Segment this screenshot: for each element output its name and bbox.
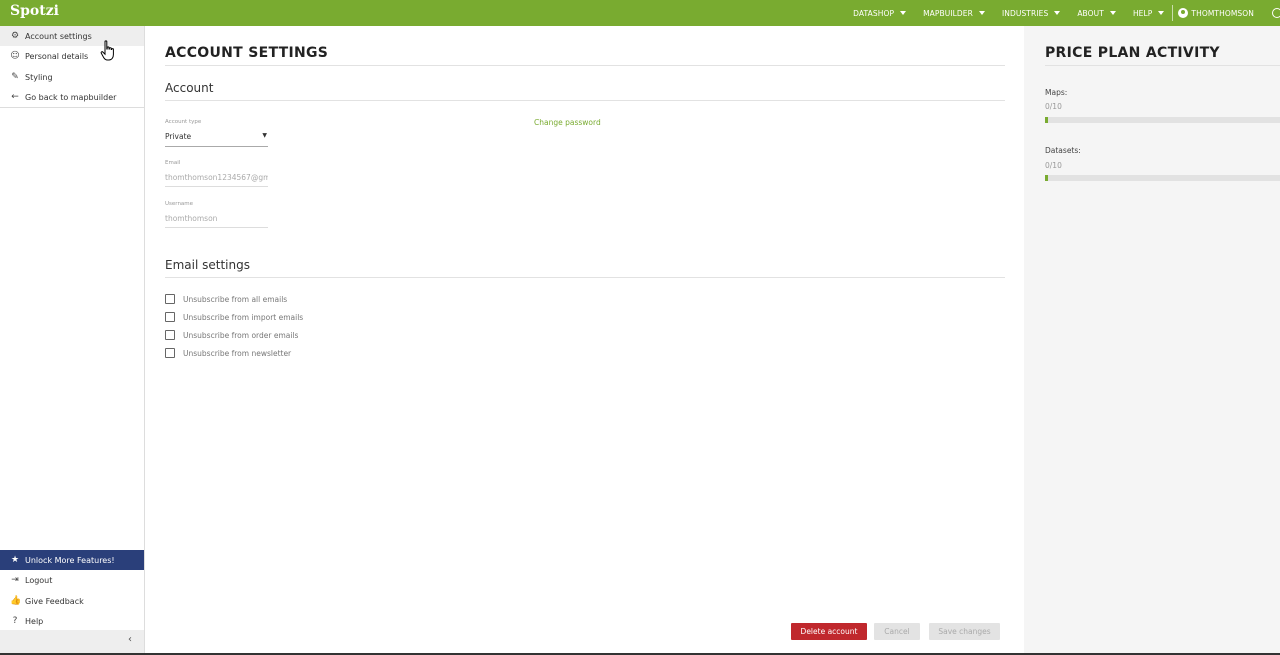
checkbox-label: Unsubscribe from import emails: [183, 312, 304, 322]
sidebar-item-styling[interactable]: ✎ Styling: [0, 67, 144, 87]
unlock-features-label: Unlock More Features!: [25, 555, 115, 565]
account-divider: [165, 100, 1005, 101]
email-settings-divider: [165, 277, 1005, 278]
top-navigation-bar: Spotzi DATASHOP MAPBUILDER INDUSTRIES AB…: [0, 0, 1280, 26]
username-value: thomthomson: [165, 214, 218, 223]
caret-down-icon: [978, 11, 985, 15]
datasets-usage-fill: [1045, 175, 1048, 181]
sidebar-item-label: Logout: [25, 575, 53, 585]
maps-usage-bar: [1045, 117, 1280, 123]
maps-label: Maps:: [1045, 88, 1068, 97]
save-changes-button[interactable]: Save changes: [929, 623, 1000, 640]
account-type-value: Private: [165, 132, 192, 141]
delete-account-button[interactable]: Delete account: [791, 623, 867, 640]
caret-down-icon: ▼: [262, 132, 267, 139]
checkbox-label: Unsubscribe from newsletter: [183, 348, 292, 358]
change-password-link[interactable]: Change password: [534, 118, 601, 127]
hand-pointer-cursor-icon: [100, 40, 114, 61]
help-icon: ?: [12, 616, 18, 626]
nav-datashop-label: DATASHOP: [853, 8, 895, 18]
sidebar-item-label: Help: [25, 616, 44, 626]
nav-divider: [1172, 5, 1174, 21]
nav-industries-label: INDUSTRIES: [1001, 8, 1049, 18]
nav-about[interactable]: ABOUT: [1077, 9, 1116, 18]
arrow-left-icon: ←: [11, 92, 19, 102]
caret-down-icon: [900, 11, 907, 15]
maps-usage-fill: [1045, 117, 1048, 123]
checkbox-label: Unsubscribe from order emails: [183, 330, 299, 340]
sidebar-item-give-feedback[interactable]: 👍 Give Feedback: [0, 591, 144, 611]
datasets-usage-bar: [1045, 175, 1280, 181]
nav-mapbuilder-label: MAPBUILDER: [923, 8, 973, 18]
user-circle-icon: [1178, 8, 1189, 18]
face-icon: ☺: [10, 51, 20, 61]
account-settings-panel: ACCOUNT SETTINGS Account Account type Pr…: [146, 26, 1024, 653]
page-title: ACCOUNT SETTINGS: [165, 45, 329, 61]
account-section-heading: Account: [165, 81, 214, 95]
spotzi-logo[interactable]: Spotzi: [10, 3, 59, 19]
username-label: Username: [165, 201, 194, 207]
globe-icon[interactable]: [1272, 8, 1280, 18]
unsubscribe-all-option[interactable]: Unsubscribe from all emails: [165, 294, 287, 304]
paint-icon: ✎: [11, 72, 19, 82]
sidebar-item-personal-details[interactable]: ☺ Personal details: [0, 46, 144, 66]
cancel-button[interactable]: Cancel: [874, 623, 920, 640]
star-icon: ★: [10, 555, 20, 565]
sidebar-item-label: Give Feedback: [25, 596, 84, 606]
email-value: thomthomson1234567@gma: [165, 173, 268, 182]
caret-down-icon: [1054, 11, 1061, 15]
logout-icon: ⇥: [11, 575, 19, 585]
sidebar-item-label: Styling: [25, 72, 53, 82]
unsubscribe-order-checkbox[interactable]: [165, 330, 175, 340]
nav-user[interactable]: THOMTHOMSON: [1178, 8, 1254, 18]
nav-mapbuilder[interactable]: MAPBUILDER: [923, 9, 985, 18]
username-field: thomthomson: [165, 212, 268, 228]
email-label: Email: [165, 160, 181, 166]
nav-help-label: HELP: [1132, 8, 1153, 18]
price-plan-divider: [1045, 65, 1280, 66]
nav-datashop[interactable]: DATASHOP: [853, 8, 907, 18]
gear-icon: ⚙: [10, 31, 20, 41]
main-nav: DATASHOP MAPBUILDER INDUSTRIES ABOUT HEL…: [853, 0, 1280, 26]
price-plan-title: PRICE PLAN ACTIVITY: [1045, 45, 1220, 61]
sidebar-collapse-button[interactable]: ‹: [0, 630, 144, 653]
nav-about-label: ABOUT: [1077, 8, 1104, 18]
checkbox-label: Unsubscribe from all emails: [183, 294, 288, 304]
account-type-select[interactable]: Private ▼: [165, 130, 268, 147]
price-plan-panel: PRICE PLAN ACTIVITY Maps: 0/10 Datasets:…: [1024, 26, 1280, 653]
sidebar-item-label: Personal details: [25, 51, 89, 61]
unsubscribe-order-option[interactable]: Unsubscribe from order emails: [165, 330, 298, 340]
unlock-features-button[interactable]: ★ Unlock More Features!: [0, 550, 144, 570]
chevron-left-icon: ‹: [128, 634, 132, 645]
datasets-label: Datasets:: [1045, 146, 1081, 155]
nav-industries[interactable]: INDUSTRIES: [1001, 8, 1061, 18]
unsubscribe-newsletter-checkbox[interactable]: [165, 348, 175, 358]
thumbs-up-icon: 👍: [10, 596, 22, 606]
caret-down-icon: [1158, 11, 1165, 15]
unsubscribe-all-checkbox[interactable]: [165, 294, 175, 304]
account-type-label: Account type: [165, 119, 202, 125]
sidebar-item-account-settings[interactable]: ⚙ Account settings: [0, 26, 144, 46]
maps-count: 0/10: [1045, 102, 1062, 111]
sidebar-item-logout[interactable]: ⇥ Logout: [0, 570, 144, 590]
datasets-count: 0/10: [1045, 161, 1062, 170]
sidebar-divider: [0, 107, 144, 108]
nav-user-label: THOMTHOMSON: [1191, 8, 1254, 18]
caret-down-icon: [1109, 11, 1116, 15]
sidebar-item-help[interactable]: ? Help: [0, 611, 144, 631]
email-field: thomthomson1234567@gma: [165, 171, 268, 187]
sidebar-item-label: Account settings: [25, 31, 92, 41]
unsubscribe-import-checkbox[interactable]: [165, 312, 175, 322]
unsubscribe-import-option[interactable]: Unsubscribe from import emails: [165, 312, 303, 322]
email-settings-heading: Email settings: [165, 258, 250, 272]
sidebar-item-label: Go back to mapbuilder: [25, 92, 117, 102]
sidebar-item-go-back[interactable]: ← Go back to mapbuilder: [0, 87, 144, 107]
sidebar: ⚙ Account settings ☺ Personal details ✎ …: [0, 26, 145, 653]
nav-help[interactable]: HELP: [1132, 8, 1165, 18]
unsubscribe-newsletter-option[interactable]: Unsubscribe from newsletter: [165, 348, 291, 358]
title-divider: [165, 65, 1005, 66]
